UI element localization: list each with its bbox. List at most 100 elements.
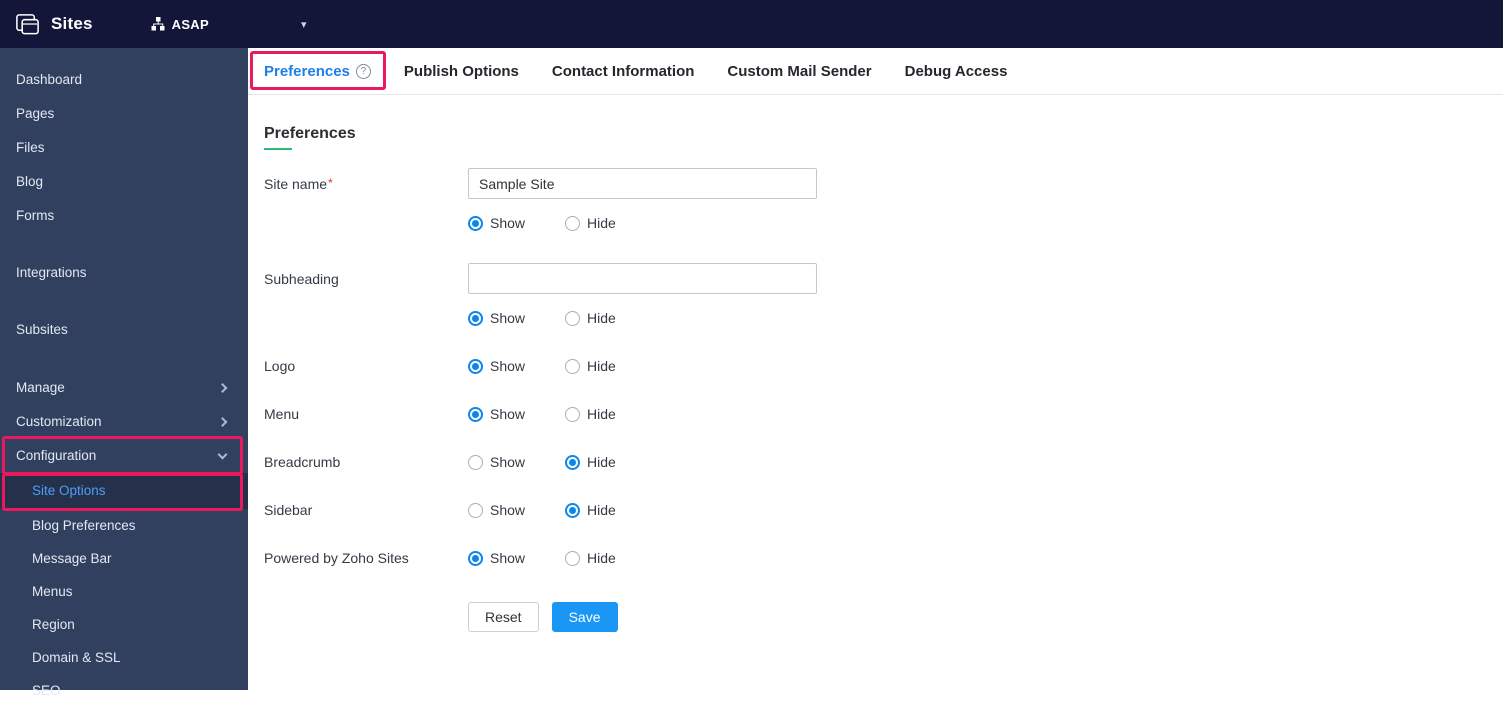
sidebar-item-label: Integrations: [16, 265, 87, 280]
radio-option-hide[interactable]: Hide: [565, 310, 616, 326]
sidebar-item-domain-ssl[interactable]: Domain & SSL: [0, 641, 248, 674]
radio-show-control[interactable]: [468, 215, 483, 231]
sidebar-subitem-label: Menus: [32, 584, 73, 599]
radio-option-hide[interactable]: Hide: [565, 406, 616, 422]
tab-contact-information[interactable]: Contact Information: [552, 63, 695, 80]
sidebar-item-files[interactable]: Files: [0, 131, 248, 165]
sidebar-item-subsites[interactable]: Subsites: [0, 313, 248, 347]
field-logo: Logo Show Hide: [264, 358, 1503, 374]
site-selector[interactable]: ASAP: [151, 17, 209, 32]
radio-hide-control[interactable]: [565, 454, 581, 470]
radio-option-show[interactable]: Show: [468, 310, 525, 326]
radio-option-hide[interactable]: Hide: [565, 550, 616, 566]
radio-option-hide[interactable]: Hide: [565, 358, 616, 374]
field-breadcrumb: Breadcrumb Show Hide: [264, 454, 1503, 470]
field-label-text: Subheading: [264, 270, 339, 287]
field-label-text: Powered by Zoho Sites: [264, 550, 409, 566]
reset-button[interactable]: Reset: [468, 602, 539, 632]
field-label: Site name*: [264, 176, 468, 192]
radio-hide-control[interactable]: [565, 310, 581, 326]
sidebar-item-forms[interactable]: Forms: [0, 199, 248, 233]
site-name-visibility: Show Hide: [264, 215, 1503, 231]
sidebar-item-seo[interactable]: SEO: [0, 674, 248, 707]
radio-hide-label: Hide: [587, 454, 616, 470]
sidebar-item-menus[interactable]: Menus: [0, 575, 248, 608]
radio-option-show[interactable]: Show: [468, 550, 525, 566]
radio-hide-label: Hide: [587, 406, 616, 422]
required-asterisk: *: [328, 175, 333, 190]
radio-group: Show Hide: [468, 550, 656, 566]
tab-label: Preferences: [264, 62, 350, 80]
chevron-down-icon[interactable]: ▾: [301, 18, 307, 31]
sidebar-group-customization[interactable]: Customization: [0, 405, 248, 439]
tab-custom-mail-sender[interactable]: Custom Mail Sender: [727, 63, 871, 80]
sidebar-item-label: Blog: [16, 174, 44, 189]
field-label: Sidebar: [264, 502, 468, 518]
radio-option-hide[interactable]: Hide: [565, 502, 616, 518]
radio-hide-label: Hide: [587, 550, 616, 566]
sidebar-item-label: Subsites: [16, 322, 68, 337]
subheading-input[interactable]: [468, 263, 817, 294]
sidebar-item-site-options[interactable]: Site Options: [0, 473, 248, 509]
tab-label: Custom Mail Sender: [727, 62, 872, 80]
radio-group: Show Hide: [468, 358, 656, 374]
help-icon[interactable]: ?: [355, 63, 371, 79]
site-name-input[interactable]: [468, 168, 817, 199]
radio-hide-control[interactable]: [565, 358, 581, 374]
sidebar-item-label: Forms: [16, 208, 55, 223]
sidebar-subitem-label: Message Bar: [32, 551, 112, 566]
radio-option-hide[interactable]: Hide: [565, 454, 616, 470]
sidebar-item-blog-preferences[interactable]: Blog Preferences: [0, 509, 248, 542]
radio-hide-label: Hide: [587, 502, 616, 518]
sidebar-item-dashboard[interactable]: Dashboard: [0, 63, 248, 97]
radio-group: Show Hide: [468, 310, 656, 326]
radio-show-control[interactable]: [468, 406, 483, 422]
main-content: Preferences ? Publish Options Contact In…: [248, 48, 1503, 690]
form-actions: Reset Save: [264, 602, 1503, 632]
radio-option-show[interactable]: Show: [468, 358, 525, 374]
tab-publish-options[interactable]: Publish Options: [404, 63, 519, 80]
field-label-text: Breadcrumb: [264, 454, 341, 470]
field-sidebar: Sidebar Show Hide: [264, 502, 1503, 518]
sidebar-item-integrations[interactable]: Integrations: [0, 256, 248, 290]
app-logo[interactable]: Sites: [14, 11, 93, 38]
radio-hide-control[interactable]: [565, 406, 581, 422]
radio-option-hide[interactable]: Hide: [565, 215, 616, 231]
tab-preferences[interactable]: Preferences ?: [264, 63, 371, 80]
field-label: Breadcrumb: [264, 454, 468, 470]
radio-show-control[interactable]: [468, 358, 483, 374]
tab-label: Publish Options: [403, 62, 519, 80]
tab-debug-access[interactable]: Debug Access: [905, 63, 1008, 80]
save-button[interactable]: Save: [551, 602, 618, 632]
sidebar-subitem-label: Site Options: [32, 483, 106, 498]
radio-option-show[interactable]: Show: [468, 215, 525, 231]
radio-option-show[interactable]: Show: [468, 454, 525, 470]
sidebar: Dashboard Pages Files Blog Forms Integra…: [0, 48, 248, 698]
radio-hide-control[interactable]: [565, 502, 581, 518]
radio-show-label: Show: [490, 550, 526, 566]
sidebar-group-manage[interactable]: Manage: [0, 371, 248, 405]
sidebar-item-region[interactable]: Region: [0, 608, 248, 641]
radio-show-control[interactable]: [468, 502, 483, 518]
sidebar-item-blog[interactable]: Blog: [0, 165, 248, 199]
radio-group: Show Hide: [468, 502, 656, 518]
sidebar-group-label: Customization: [16, 414, 102, 429]
radio-option-show[interactable]: Show: [468, 406, 525, 422]
sidebar-item-pages[interactable]: Pages: [0, 97, 248, 131]
radio-show-control[interactable]: [468, 550, 483, 566]
radio-hide-label: Hide: [587, 215, 616, 231]
sidebar-group-configuration[interactable]: Configuration: [0, 439, 248, 473]
radio-show-control[interactable]: [468, 310, 483, 326]
field-label: Subheading: [264, 271, 468, 287]
radio-hide-control[interactable]: [565, 550, 581, 566]
radio-show-control[interactable]: [468, 454, 483, 470]
radio-hide-control[interactable]: [565, 215, 581, 231]
sidebar-group-label: Manage: [16, 380, 65, 395]
sidebar-subitem-label: Domain & SSL: [32, 650, 121, 665]
radio-option-show[interactable]: Show: [468, 502, 525, 518]
preferences-form: Preferences Site name* Show Hide: [248, 95, 1503, 632]
sidebar-item-message-bar[interactable]: Message Bar: [0, 542, 248, 575]
chevron-down-icon: [217, 449, 228, 460]
